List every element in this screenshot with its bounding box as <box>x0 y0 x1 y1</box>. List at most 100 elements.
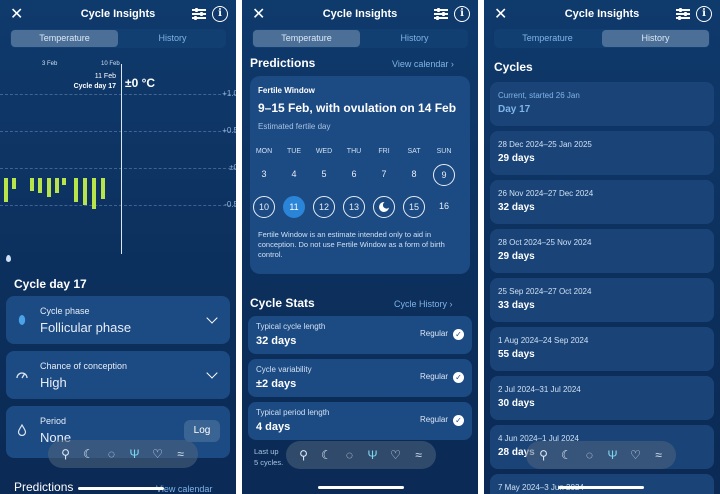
cycle-length: 32 days <box>498 202 535 213</box>
calendar-day[interactable]: 6 <box>343 164 365 186</box>
view-calendar-link[interactable]: View calendar <box>156 484 212 494</box>
tree-icon[interactable]: Ψ <box>605 448 621 462</box>
cycle-length: 29 days <box>498 251 535 262</box>
check-icon: ✓ <box>453 372 464 383</box>
drop-icon[interactable]: ◌ <box>582 448 598 462</box>
calendar-day[interactable]: 5 <box>313 164 335 186</box>
calendar-day-fertile[interactable]: 12 <box>313 196 335 218</box>
drop-icon[interactable]: ◌ <box>342 448 358 462</box>
cycle-row-current[interactable]: Current, started 26 Jan Day 17 <box>490 82 714 126</box>
conception-card[interactable]: Chance of conception High <box>6 351 230 399</box>
chevron-right-icon: › <box>449 299 453 309</box>
cycle-row[interactable]: 28 Dec 2024–25 Jan 2025 29 days <box>490 131 714 175</box>
cycle-dates: 28 Dec 2024–25 Jan 2025 <box>498 140 592 149</box>
cycle-row[interactable]: 2 Jul 2024–31 Jul 2024 30 days <box>490 376 714 420</box>
card-label: Cycle phase <box>40 306 90 316</box>
cycle-history-link[interactable]: Cycle History › <box>394 299 453 309</box>
tree-icon[interactable]: Ψ <box>127 447 143 461</box>
wave-icon[interactable]: ≈ <box>651 448 667 462</box>
wave-icon[interactable]: ≈ <box>411 448 427 462</box>
ovulation-day-icon[interactable] <box>373 196 395 218</box>
tree-icon[interactable]: Ψ <box>365 448 381 462</box>
calendar-day-fertile[interactable]: 10 <box>253 196 275 218</box>
check-icon: ✓ <box>453 329 464 340</box>
moon-icon[interactable]: ☾ <box>319 448 335 462</box>
drop-icon[interactable]: ◌ <box>104 447 120 461</box>
cycle-row[interactable]: 26 Nov 2024–27 Dec 2024 32 days <box>490 180 714 224</box>
temperature-bar <box>55 178 59 193</box>
period-drop-icon <box>6 255 11 262</box>
weekday-label: FRI <box>378 148 390 155</box>
predictions-heading: Predictions <box>250 56 316 70</box>
cycle-row[interactable]: 28 Oct 2024–25 Nov 2024 29 days <box>490 229 714 273</box>
weekday-label: WED <box>315 148 333 155</box>
home-indicator <box>78 487 164 490</box>
filter-icon[interactable] <box>192 7 206 20</box>
cycle-icon[interactable]: ⚲ <box>536 448 552 462</box>
bottom-nav: ⚲ ☾ ◌ Ψ ♡ ≈ <box>286 441 436 469</box>
filter-icon[interactable] <box>434 7 448 20</box>
stat-label: Cycle variability <box>256 365 312 374</box>
calendar-day[interactable]: 8 <box>403 164 425 186</box>
tab-temperature[interactable]: Temperature <box>494 29 601 48</box>
weekday-label: TUE <box>287 148 301 155</box>
cycle-stats-heading: Cycle Stats <box>250 296 315 310</box>
calendar-day-today[interactable]: 11 <box>283 196 305 218</box>
ovulation-moon-icon <box>379 201 391 212</box>
weekday-label: MON <box>255 148 273 155</box>
temperature-chart[interactable]: +1.0 +0.5 ±0 -0.5 3 Feb 10 Feb 11 Feb Cy… <box>0 52 236 254</box>
cycle-phase-card[interactable]: Cycle phase Follicular phase <box>6 296 230 344</box>
log-button[interactable]: Log <box>184 420 220 442</box>
tab-history[interactable]: History <box>602 30 709 47</box>
screens-row: ✕ Cycle Insights i Temperature History +… <box>0 0 720 494</box>
cursor-value: ±0 °C <box>125 76 156 90</box>
moon-icon[interactable]: ☾ <box>559 448 575 462</box>
chevron-down-icon[interactable] <box>206 312 218 324</box>
home-indicator <box>558 486 644 489</box>
view-calendar-link[interactable]: View calendar › <box>392 59 454 69</box>
tab-history[interactable]: History <box>361 29 468 48</box>
temperature-bar <box>74 178 78 203</box>
info-icon[interactable]: i <box>454 6 470 22</box>
calendar-day[interactable]: 3 <box>253 164 275 186</box>
heart-icon[interactable]: ♡ <box>150 447 166 461</box>
calendar-day[interactable]: 7 <box>373 164 395 186</box>
x-date-label: 3 Feb <box>42 61 58 67</box>
tab-temperature[interactable]: Temperature <box>253 30 360 47</box>
temperature-bar <box>30 178 34 192</box>
bottom-nav: ⚲ ☾ ◌ Ψ ♡ ≈ <box>48 440 198 468</box>
cycle-row[interactable]: 1 Aug 2024–24 Sep 2024 55 days <box>490 327 714 371</box>
stat-value: 32 days <box>256 335 297 347</box>
chevron-down-icon[interactable] <box>206 367 218 379</box>
heart-icon[interactable]: ♡ <box>388 448 404 462</box>
cycle-icon[interactable]: ⚲ <box>296 448 312 462</box>
info-icon[interactable]: i <box>212 6 228 22</box>
y-tick-label: -0.5 <box>224 200 236 209</box>
cycle-day-heading: Cycle day 17 <box>14 277 87 291</box>
filter-icon[interactable] <box>676 7 690 20</box>
cycle-row[interactable]: 7 May 2024–3 Jun 2024 <box>490 474 714 494</box>
cycle-row[interactable]: 25 Sep 2024–27 Oct 2024 33 days <box>490 278 714 322</box>
cycle-dates: 28 Oct 2024–25 Nov 2024 <box>498 238 592 247</box>
calendar-day-fertile[interactable]: 13 <box>343 196 365 218</box>
heart-icon[interactable]: ♡ <box>628 448 644 462</box>
last-updated-note: Last up 5 cycles. <box>254 446 283 468</box>
temperature-bar <box>83 178 87 205</box>
calendar-day[interactable]: 4 <box>283 164 305 186</box>
y-tick-label: +0.5 <box>222 126 236 135</box>
calendar-day[interactable]: 16 <box>433 196 455 218</box>
link-label: Cycle History <box>394 299 448 309</box>
tab-history[interactable]: History <box>119 29 226 48</box>
cycle-length: 30 days <box>498 398 535 409</box>
stat-label: Typical period length <box>256 408 330 417</box>
cycle-icon[interactable]: ⚲ <box>58 447 74 461</box>
cycle-dates: 26 Nov 2024–27 Dec 2024 <box>498 189 594 198</box>
calendar-day-fertile[interactable]: 15 <box>403 196 425 218</box>
wave-icon[interactable]: ≈ <box>173 447 189 461</box>
info-icon[interactable]: i <box>696 6 712 22</box>
tab-temperature[interactable]: Temperature <box>11 30 118 47</box>
card-label: Period <box>40 416 67 426</box>
moon-icon[interactable]: ☾ <box>81 447 97 461</box>
chart-cursor-line[interactable] <box>121 64 122 254</box>
calendar-day-fertile[interactable]: 9 <box>433 164 455 186</box>
